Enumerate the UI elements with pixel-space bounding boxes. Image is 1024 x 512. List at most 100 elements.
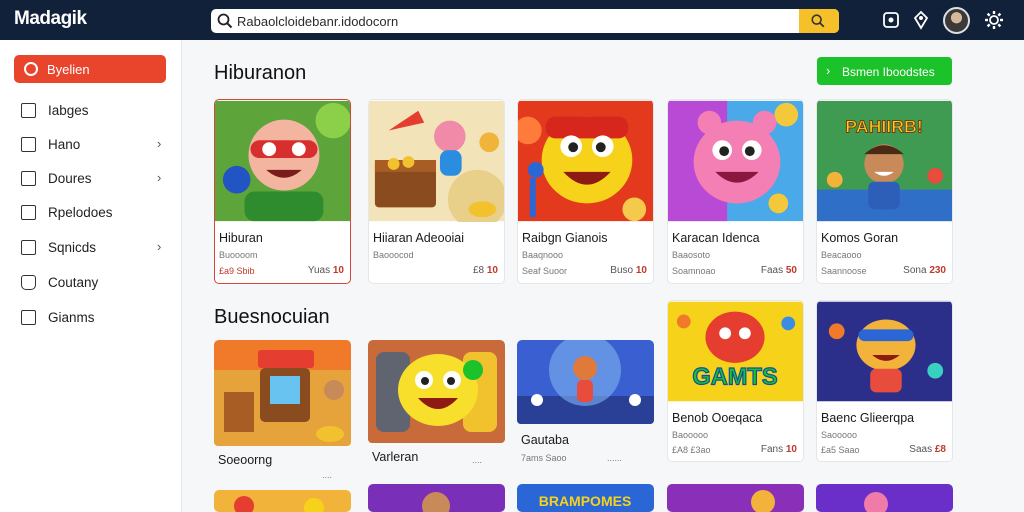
search-icon <box>811 14 825 28</box>
game-thumbnail: PAHIIRB! <box>817 100 952 222</box>
sidebar-item-label: Sqnicds <box>48 240 97 255</box>
game-card[interactable]: Hiiaran Adeooiai Baooocod £8 10 <box>368 99 505 284</box>
card-subtitle: Baaosoto <box>672 250 711 260</box>
game-card[interactable] <box>368 484 505 512</box>
card-title: Komos Goran <box>821 231 899 245</box>
sidebar-item-label: Gianms <box>48 310 95 325</box>
bag-icon <box>21 275 36 290</box>
card-title: Raibgn Gianois <box>522 231 608 245</box>
notification-icon[interactable] <box>880 9 902 31</box>
sidebar-item-3[interactable]: Doures › <box>14 166 170 192</box>
game-card[interactable]: Hiburan Buoooom £a9 Sbib Yuas 10 <box>214 99 351 284</box>
game-thumbnail <box>817 301 952 402</box>
logo[interactable]: Madagik <box>14 8 87 30</box>
card-price: Saas £8 <box>909 444 946 455</box>
sidebar-item-label: Hano <box>48 137 81 152</box>
card-price: Faas 50 <box>760 265 797 276</box>
card-title: Soeoorng <box>218 453 273 467</box>
sidebar-item-label: Doures <box>48 171 92 186</box>
search-input[interactable] <box>237 9 797 33</box>
card-meta: Soamnoao <box>672 266 716 276</box>
game-card[interactable]: Soeoorng .... <box>214 340 351 478</box>
svg-text:PAHIIRB!: PAHIIRB! <box>845 116 922 136</box>
card-price: Buso 10 <box>610 265 647 276</box>
card-subtitle: Baaqnooo <box>522 250 564 260</box>
card-subtitle: Beacaooo <box>821 250 862 260</box>
sidebar-item-5[interactable]: Sqnicds › <box>14 235 170 261</box>
card-subtitle: Buoooom <box>219 250 258 260</box>
game-card[interactable]: PAHIIRB! Komos Goran Beacaooo Saannoose … <box>816 99 953 284</box>
card-meta: Saannoose <box>821 266 867 276</box>
search-button[interactable] <box>799 9 839 33</box>
card-subtitle: .... <box>322 470 333 478</box>
card-meta: £A8 £3ao <box>672 445 711 455</box>
game-thumbnail <box>668 100 803 222</box>
card-meta: £a5 Saao <box>821 445 860 455</box>
game-card[interactable] <box>816 484 953 512</box>
sidebar-item-2[interactable]: Hano › <box>14 132 170 158</box>
sidebar-item-label: Byelien <box>47 62 90 77</box>
search-icon <box>217 13 233 29</box>
image-icon <box>21 103 36 118</box>
card-meta: £a9 Sbib <box>219 266 255 276</box>
card-title: Karacan Idenca <box>672 231 760 245</box>
card-price: Yuas 10 <box>307 265 344 276</box>
square-icon <box>21 240 36 255</box>
game-thumbnail <box>369 100 504 222</box>
svg-text:BRAMPOMES: BRAMPOMES <box>539 493 632 509</box>
circle-icon <box>24 62 38 76</box>
view-all-button[interactable]: › Bsmen Iboodstes <box>817 57 952 85</box>
game-card[interactable] <box>667 484 804 512</box>
avatar[interactable] <box>943 7 970 34</box>
chevron-right-icon: › <box>157 239 162 254</box>
button-label: Bsmen Iboodstes <box>842 65 935 79</box>
game-thumbnail: GAMTS <box>668 301 803 402</box>
card-title: Baenc Glieerqpa <box>821 411 915 425</box>
gear-icon[interactable] <box>983 9 1005 31</box>
game-card[interactable]: Varleran .... <box>368 340 505 478</box>
game-card[interactable]: Karacan Idenca Baaosoto Soamnoao Faas 50 <box>667 99 804 284</box>
sidebar-item-7[interactable]: Gianms <box>14 305 170 331</box>
game-card[interactable]: BRAMPOMES <box>517 484 654 512</box>
location-pin-icon[interactable] <box>910 9 932 31</box>
svg-text:GAMTS: GAMTS <box>692 365 777 391</box>
chevron-right-icon: › <box>157 136 162 151</box>
card-subtitle: ...... <box>607 453 623 463</box>
top-bar: Madagik <box>0 0 1024 40</box>
sidebar-item-1[interactable]: Iabges <box>14 98 170 124</box>
game-card[interactable]: Gautaba 7ams Saoo ...... <box>517 340 654 468</box>
sidebar-item-label: Iabges <box>48 103 89 118</box>
card-title: Gautaba <box>521 433 569 447</box>
checkbox-icon <box>21 171 36 186</box>
game-card[interactable]: Baenc Glieerqpa Saooooo £a5 Saao Saas £8 <box>816 300 953 462</box>
card-meta: 7ams Saoo <box>521 453 567 463</box>
game-thumbnail <box>215 100 350 222</box>
card-title: Hiiaran Adeooiai <box>373 231 465 245</box>
sidebar-item-label: Coutany <box>48 275 99 290</box>
game-thumbnail <box>517 340 654 424</box>
chevron-right-icon: › <box>157 170 162 185</box>
game-card[interactable] <box>214 490 351 512</box>
game-thumbnail <box>368 340 505 443</box>
game-thumbnail <box>214 340 351 446</box>
card-price: Sona 230 <box>903 265 946 276</box>
sidebar-item-label: Rpelodoes <box>48 205 113 220</box>
card-title: Varleran <box>372 450 419 464</box>
card-subtitle: Baooooo <box>672 430 709 440</box>
game-thumbnail <box>368 484 505 512</box>
game-thumbnail <box>214 490 351 512</box>
sidebar-item-6[interactable]: Coutany <box>14 270 170 296</box>
sidebar-item-4[interactable]: Rpelodoes <box>14 200 170 226</box>
game-card[interactable]: Raibgn Gianois Baaqnooo Seaf Suoor Buso … <box>517 99 654 284</box>
card-price: Fans 10 <box>760 444 797 455</box>
card-price: £8 10 <box>472 265 498 276</box>
checkbox-icon <box>21 137 36 152</box>
game-thumbnail <box>816 484 953 512</box>
card-meta: Seaf Suoor <box>522 266 568 276</box>
card-title: Benob Ooeqaca <box>672 411 763 425</box>
game-card[interactable]: GAMTS Benob Ooeqaca Baooooo £A8 £3ao Fan… <box>667 300 804 462</box>
chevron-right-icon: › <box>826 63 831 78</box>
sidebar-item-active[interactable]: Byelien <box>14 55 166 83</box>
checkbox-icon <box>21 205 36 220</box>
sidebar: Byelien Iabges Hano › Doures › Rpelodoes… <box>0 40 182 512</box>
